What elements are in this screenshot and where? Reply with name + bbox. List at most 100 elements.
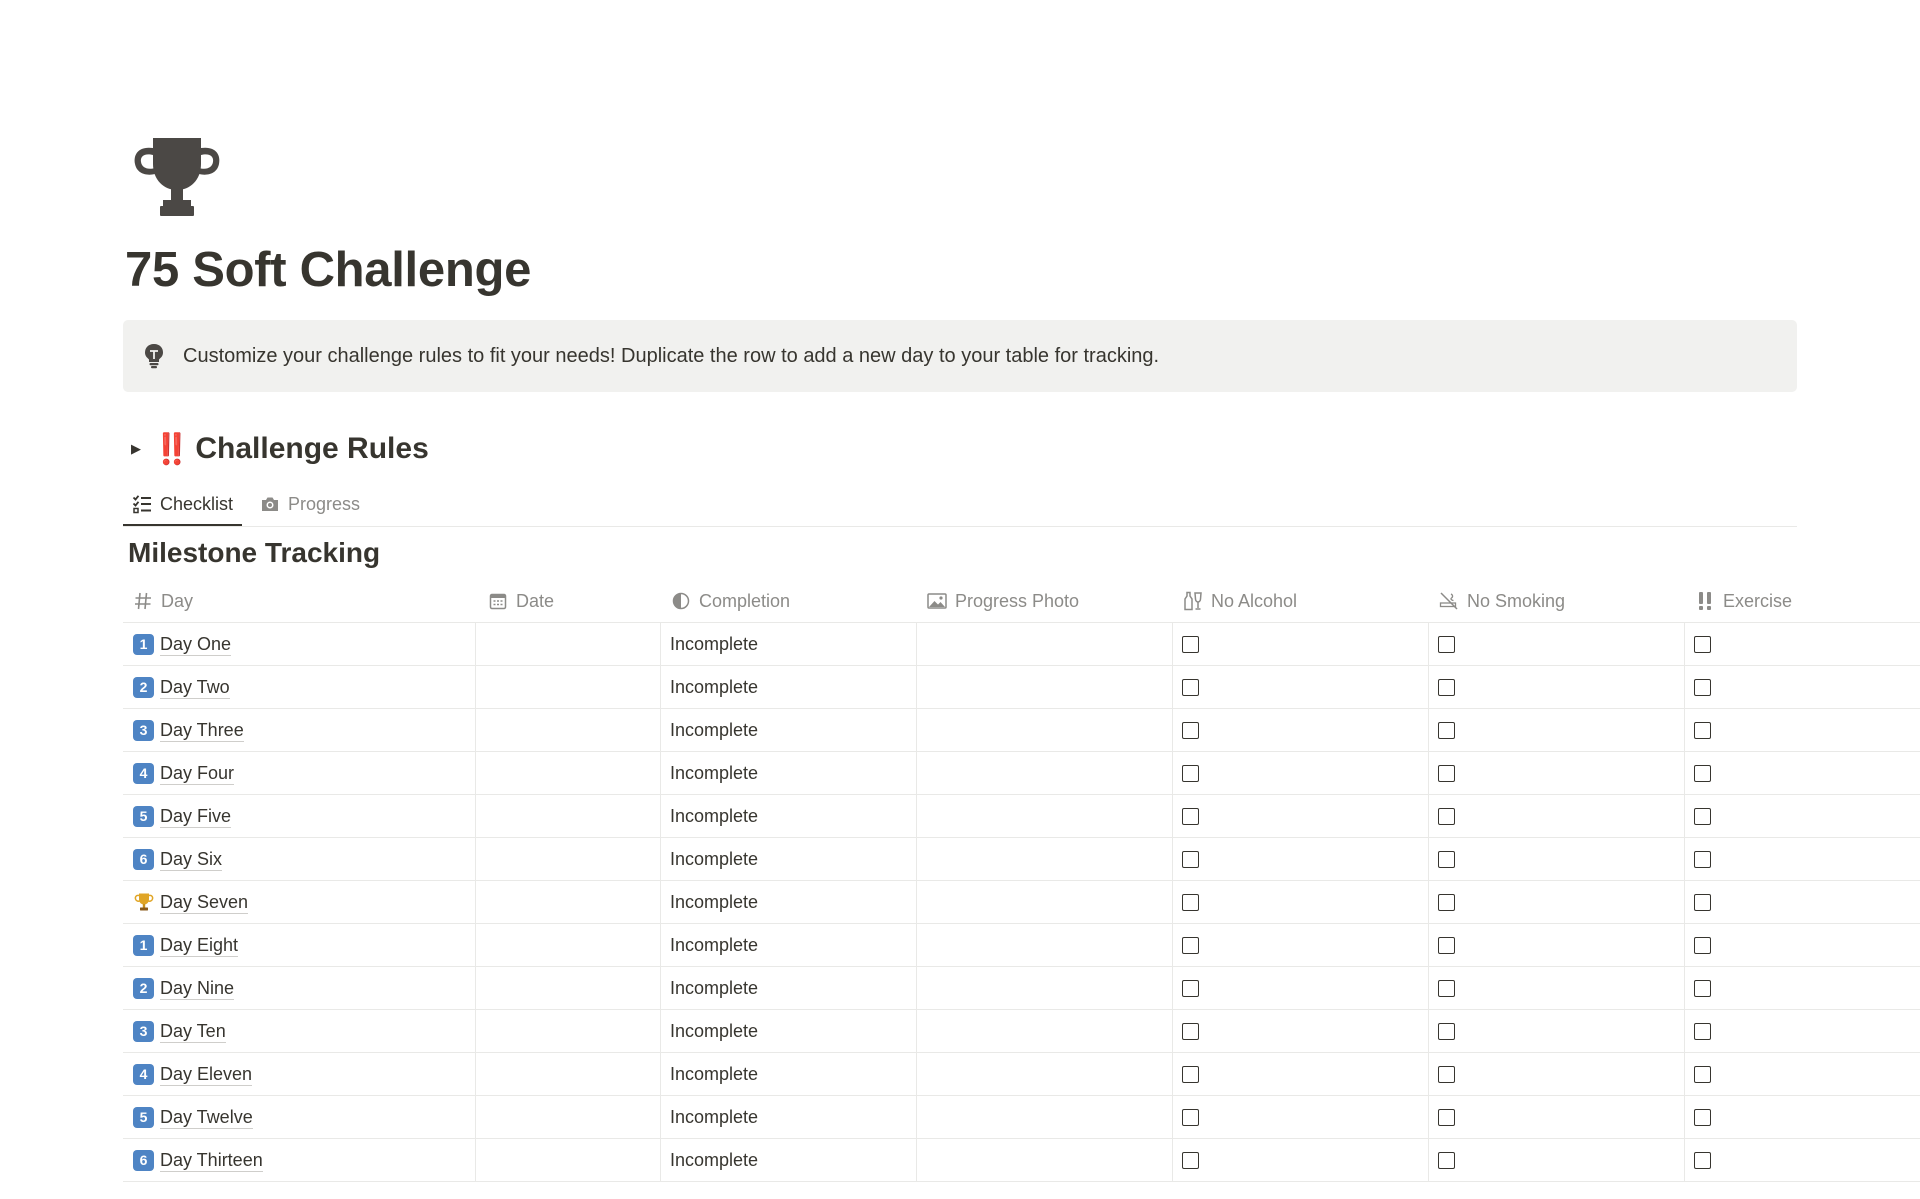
progress-photo-cell[interactable] [926, 924, 1166, 966]
trophy-icon[interactable] [129, 130, 225, 226]
no-smoking-checkbox[interactable] [1438, 979, 1455, 997]
no-smoking-checkbox[interactable] [1438, 893, 1455, 911]
no-smoking-checkbox[interactable] [1438, 1022, 1455, 1040]
day-cell[interactable]: 4 Day Four [133, 752, 235, 794]
table-row[interactable]: 6 Day Thirteen Incomplete [123, 1139, 1920, 1182]
day-name-link[interactable]: Day Five [160, 805, 232, 828]
no-alcohol-checkbox[interactable] [1182, 721, 1199, 739]
day-cell[interactable]: 5 Day Five [133, 795, 232, 837]
column-header-progress-photo[interactable]: Progress Photo [927, 580, 1079, 622]
progress-photo-cell[interactable] [926, 623, 1166, 665]
no-smoking-checkbox[interactable] [1438, 721, 1455, 739]
day-name-link[interactable]: Day Three [160, 719, 244, 742]
day-cell[interactable]: Day Seven [133, 881, 249, 923]
day-name-link[interactable]: Day Six [160, 848, 223, 871]
no-alcohol-checkbox[interactable] [1182, 635, 1199, 653]
toggle-title[interactable]: Challenge Rules [195, 432, 428, 466]
column-header-day[interactable]: Day [133, 580, 193, 622]
table-row[interactable]: 3 Day Ten Incomplete [123, 1010, 1920, 1053]
no-alcohol-checkbox[interactable] [1182, 678, 1199, 696]
no-alcohol-checkbox[interactable] [1182, 807, 1199, 825]
no-smoking-checkbox[interactable] [1438, 936, 1455, 954]
no-alcohol-checkbox[interactable] [1182, 979, 1199, 997]
no-smoking-checkbox[interactable] [1438, 764, 1455, 782]
day-name-link[interactable]: Day Two [160, 676, 230, 699]
day-cell[interactable]: 1 Day Eight [133, 924, 239, 966]
no-smoking-checkbox[interactable] [1438, 1151, 1455, 1169]
no-alcohol-checkbox[interactable] [1182, 893, 1199, 911]
no-smoking-checkbox[interactable] [1438, 635, 1455, 653]
no-alcohol-checkbox[interactable] [1182, 850, 1199, 868]
progress-photo-cell[interactable] [926, 1139, 1166, 1181]
progress-photo-cell[interactable] [926, 1096, 1166, 1138]
exercise-checkbox[interactable] [1694, 721, 1711, 739]
day-name-link[interactable]: Day Twelve [160, 1106, 253, 1129]
table-row[interactable]: 3 Day Three Incomplete [123, 709, 1920, 752]
tab-checklist[interactable]: Checklist [123, 484, 243, 526]
day-cell[interactable]: 6 Day Six [133, 838, 223, 880]
exercise-checkbox[interactable] [1694, 678, 1711, 696]
day-name-link[interactable]: Day One [160, 633, 232, 656]
database-title[interactable]: Milestone Tracking [128, 537, 380, 569]
day-name-link[interactable]: Day Eleven [160, 1063, 253, 1086]
day-cell[interactable]: 5 Day Twelve [133, 1096, 253, 1138]
progress-photo-cell[interactable] [926, 709, 1166, 751]
progress-photo-cell[interactable] [926, 752, 1166, 794]
table-row[interactable]: 2 Day Two Incomplete [123, 666, 1920, 709]
table-row[interactable]: 5 Day Five Incomplete [123, 795, 1920, 838]
day-name-link[interactable]: Day Seven [160, 891, 249, 914]
exercise-checkbox[interactable] [1694, 1108, 1711, 1126]
day-cell[interactable]: 2 Day Nine [133, 967, 235, 1009]
exercise-checkbox[interactable] [1694, 850, 1711, 868]
progress-photo-cell[interactable] [926, 795, 1166, 837]
day-name-link[interactable]: Day Ten [160, 1020, 226, 1043]
no-smoking-checkbox[interactable] [1438, 1108, 1455, 1126]
no-alcohol-checkbox[interactable] [1182, 764, 1199, 782]
progress-photo-cell[interactable] [926, 881, 1166, 923]
day-name-link[interactable]: Day Thirteen [160, 1149, 263, 1172]
tab-progress[interactable]: Progress [251, 484, 369, 524]
progress-photo-cell[interactable] [926, 666, 1166, 708]
day-cell[interactable]: 3 Day Three [133, 709, 244, 751]
progress-photo-cell[interactable] [926, 1053, 1166, 1095]
exercise-checkbox[interactable] [1694, 893, 1711, 911]
exercise-checkbox[interactable] [1694, 936, 1711, 954]
day-cell[interactable]: 1 Day One [133, 623, 232, 665]
table-row[interactable]: 5 Day Twelve Incomplete [123, 1096, 1920, 1139]
day-cell[interactable]: 2 Day Two [133, 666, 230, 708]
exercise-checkbox[interactable] [1694, 1065, 1711, 1083]
column-header-no-alcohol[interactable]: No Alcohol [1183, 580, 1297, 622]
column-header-exercise[interactable]: Exercise [1695, 580, 1792, 622]
table-row[interactable]: 4 Day Four Incomplete [123, 752, 1920, 795]
progress-photo-cell[interactable] [926, 1010, 1166, 1052]
column-header-date[interactable]: Date [488, 580, 554, 622]
no-alcohol-checkbox[interactable] [1182, 936, 1199, 954]
progress-photo-cell[interactable] [926, 967, 1166, 1009]
table-row[interactable]: Day Seven Incomplete [123, 881, 1920, 924]
column-header-completion[interactable]: Completion [671, 580, 790, 622]
no-smoking-checkbox[interactable] [1438, 807, 1455, 825]
no-smoking-checkbox[interactable] [1438, 1065, 1455, 1083]
day-name-link[interactable]: Day Nine [160, 977, 235, 1000]
toggle-arrow-icon[interactable]: ▶ [131, 441, 153, 457]
day-cell[interactable]: 3 Day Ten [133, 1010, 226, 1052]
page-title[interactable]: 75 Soft Challenge [125, 242, 531, 298]
day-name-link[interactable]: Day Eight [160, 934, 239, 957]
no-alcohol-checkbox[interactable] [1182, 1065, 1199, 1083]
exercise-checkbox[interactable] [1694, 764, 1711, 782]
table-row[interactable]: 1 Day Eight Incomplete [123, 924, 1920, 967]
exercise-checkbox[interactable] [1694, 635, 1711, 653]
table-row[interactable]: 1 Day One Incomplete [123, 623, 1920, 666]
progress-photo-cell[interactable] [926, 838, 1166, 880]
column-header-no-smoking[interactable]: No Smoking [1439, 580, 1565, 622]
no-smoking-checkbox[interactable] [1438, 850, 1455, 868]
table-row[interactable]: 6 Day Six Incomplete [123, 838, 1920, 881]
exercise-checkbox[interactable] [1694, 1151, 1711, 1169]
exercise-checkbox[interactable] [1694, 979, 1711, 997]
no-alcohol-checkbox[interactable] [1182, 1151, 1199, 1169]
table-row[interactable]: 2 Day Nine Incomplete [123, 967, 1920, 1010]
no-alcohol-checkbox[interactable] [1182, 1022, 1199, 1040]
day-cell[interactable]: 6 Day Thirteen [133, 1139, 263, 1181]
no-alcohol-checkbox[interactable] [1182, 1108, 1199, 1126]
table-row[interactable]: 4 Day Eleven Incomplete [123, 1053, 1920, 1096]
